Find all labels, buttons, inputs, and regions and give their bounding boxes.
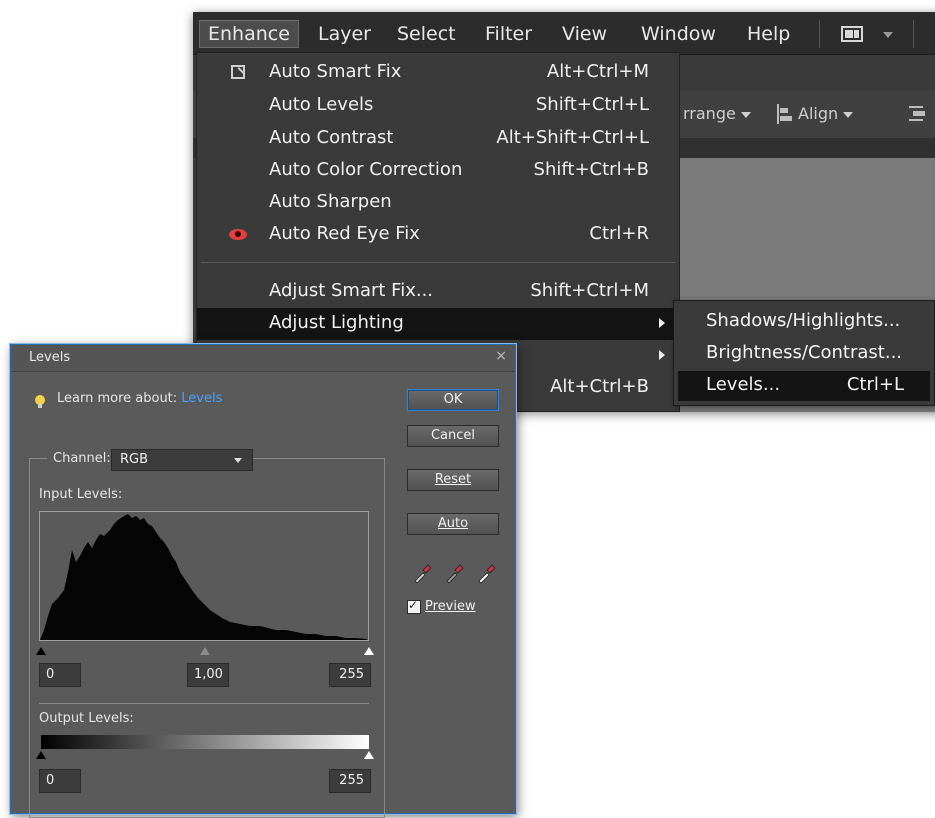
menu-item-auto-smart-fix[interactable]: Auto Smart Fix Alt+Ctrl+M — [197, 57, 679, 89]
gamma-handle[interactable] — [200, 647, 210, 655]
adjust-lighting-submenu: Shadows/Highlights... Brightness/Contras… — [673, 300, 935, 406]
menu-item-label: Auto Levels — [269, 94, 374, 115]
reset-label: Reset — [434, 472, 472, 487]
menu-view[interactable]: View — [554, 21, 615, 47]
dialog-title-bar[interactable]: Levels × — [11, 345, 515, 372]
menubar-divider — [913, 20, 914, 48]
align-icon — [777, 104, 795, 124]
output-white-handle[interactable] — [364, 751, 374, 759]
submenu-arrow-icon — [659, 318, 665, 328]
align-button[interactable]: Align — [798, 104, 854, 123]
ok-button[interactable]: OK — [407, 389, 499, 411]
menu-item-adjust-lighting[interactable]: Adjust Lighting — [197, 308, 679, 340]
chevron-down-icon — [740, 111, 751, 118]
menu-enhance[interactable]: Enhance — [199, 20, 299, 48]
menu-item-shortcut: Alt+Shift+Ctrl+L — [496, 127, 649, 148]
lightbulb-icon — [35, 395, 45, 408]
menu-item-label: Adjust Lighting — [269, 312, 404, 333]
reset-button[interactable]: Reset — [407, 469, 499, 491]
histogram-graph — [40, 514, 368, 640]
histogram — [39, 511, 369, 641]
red-eye-icon — [229, 229, 247, 240]
output-levels-label: Output Levels: — [39, 711, 134, 726]
auto-button[interactable]: Auto — [407, 513, 499, 535]
menu-item-shortcut: Shift+Ctrl+B — [533, 159, 649, 180]
gray-eyedropper-icon[interactable] — [443, 563, 465, 585]
submenu-item-shadows-highlights[interactable]: Shadows/Highlights... — [678, 307, 930, 337]
menu-item-adjust-smart-fix[interactable]: Adjust Smart Fix... Shift+Ctrl+M — [197, 276, 679, 308]
menu-item-label: Auto Contrast — [269, 127, 394, 148]
menu-item-label: Auto Color Correction — [269, 159, 463, 180]
align-label: Align — [798, 104, 839, 123]
menu-item-auto-red-eye-fix[interactable]: Auto Red Eye Fix Ctrl+R — [197, 219, 679, 251]
menu-item-shortcut: Alt+Ctrl+B — [550, 376, 649, 397]
white-point-handle[interactable] — [364, 647, 374, 655]
submenu-item-brightness-contrast[interactable]: Brightness/Contrast... — [678, 339, 930, 369]
cancel-button[interactable]: Cancel — [407, 425, 499, 447]
output-white-field[interactable]: 255 — [329, 769, 371, 793]
menu-item-shortcut: Shift+Ctrl+M — [530, 280, 649, 301]
menu-item-label: Auto Sharpen — [269, 191, 392, 212]
submenu-item-shortcut: Ctrl+L — [846, 374, 904, 395]
menu-item-label: Auto Smart Fix — [269, 61, 402, 82]
menu-item-auto-levels[interactable]: Auto Levels Shift+Ctrl+L — [197, 90, 679, 122]
channel-label: Channel: — [47, 451, 115, 466]
black-eyedropper-icon[interactable] — [411, 563, 433, 585]
menu-item-label: Adjust Smart Fix... — [269, 280, 434, 301]
arrange-label: rrange — [683, 104, 736, 123]
auto-label: Auto — [437, 516, 469, 531]
white-eyedropper-icon[interactable] — [475, 563, 497, 585]
learn-more-text: Learn more about: Levels — [57, 391, 222, 406]
section-divider — [39, 703, 369, 704]
chevron-down-icon — [234, 458, 242, 463]
dialog-title: Levels — [29, 350, 71, 365]
menu-item-label: Auto Red Eye Fix — [269, 223, 420, 244]
menu-filter[interactable]: Filter — [477, 21, 540, 47]
menu-divider — [201, 262, 675, 263]
menu-item-auto-contrast[interactable]: Auto Contrast Alt+Shift+Ctrl+L — [197, 123, 679, 155]
learn-more-prefix: Learn more about: — [57, 391, 182, 406]
menu-bar: Enhance Layer Select Filter View Window … — [193, 12, 935, 55]
submenu-item-label: Brightness/Contrast... — [706, 342, 903, 363]
preview-checkbox[interactable]: Preview — [407, 598, 476, 614]
menu-layer[interactable]: Layer — [310, 21, 379, 47]
output-levels-slider[interactable] — [36, 749, 374, 761]
chevron-down-icon — [843, 111, 854, 118]
input-levels-label: Input Levels: — [39, 487, 123, 502]
chevron-down-icon[interactable] — [883, 32, 893, 38]
levels-dialog: Levels × Learn more about: Levels OK Can… — [10, 344, 516, 818]
menu-window[interactable]: Window — [633, 21, 724, 47]
submenu-item-label: Levels... — [706, 374, 781, 395]
input-gamma-field[interactable]: 1,00 — [187, 663, 229, 687]
menu-select[interactable]: Select — [389, 21, 464, 47]
close-icon[interactable]: × — [495, 348, 507, 364]
submenu-item-levels[interactable]: Levels... Ctrl+L — [678, 371, 930, 401]
preview-label: Preview — [425, 599, 476, 614]
input-black-field[interactable]: 0 — [39, 663, 81, 687]
channel-value: RGB — [120, 452, 149, 467]
menu-item-auto-color-correction[interactable]: Auto Color Correction Shift+Ctrl+B — [197, 155, 679, 187]
smart-fix-icon — [231, 65, 246, 79]
input-levels-slider[interactable] — [36, 645, 374, 657]
layout-icon[interactable] — [841, 26, 863, 42]
output-black-field[interactable]: 0 — [39, 769, 81, 793]
menu-help[interactable]: Help — [739, 21, 798, 47]
output-gradient — [41, 735, 369, 749]
menu-item-auto-sharpen[interactable]: Auto Sharpen — [197, 187, 679, 219]
input-white-field[interactable]: 255 — [329, 663, 371, 687]
submenu-arrow-icon — [659, 350, 665, 360]
submenu-item-label: Shadows/Highlights... — [706, 310, 901, 331]
output-black-handle[interactable] — [36, 751, 46, 759]
arrange-button[interactable]: rrange — [683, 104, 751, 123]
checkbox-icon — [407, 598, 421, 614]
learn-more-link[interactable]: Levels — [181, 391, 222, 406]
distribute-icon[interactable] — [909, 104, 931, 124]
menubar-divider — [819, 20, 820, 48]
menu-item-shortcut: Shift+Ctrl+L — [535, 94, 649, 115]
channel-select[interactable]: RGB — [111, 449, 253, 471]
menu-item-shortcut: Ctrl+R — [589, 223, 649, 244]
menu-item-shortcut: Alt+Ctrl+M — [546, 61, 649, 82]
black-point-handle[interactable] — [36, 647, 46, 655]
